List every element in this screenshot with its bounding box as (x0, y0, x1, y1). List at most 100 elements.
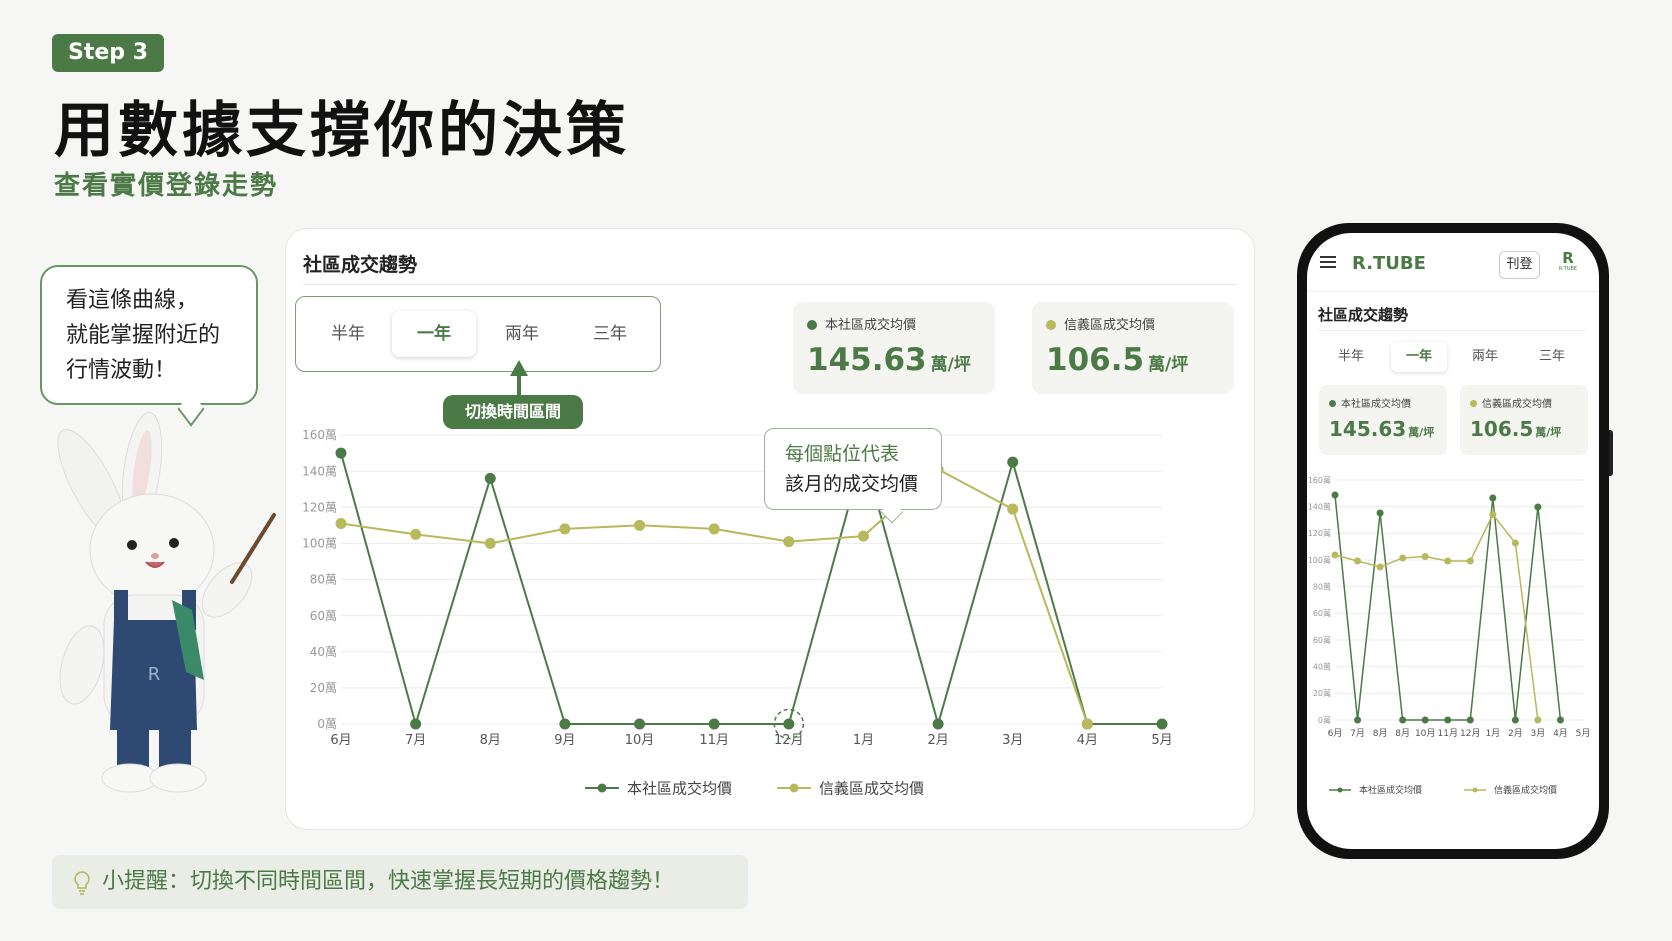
phone-stat-value: 106.5 萬/坪 (1470, 417, 1561, 441)
phone-line-chart: 0萬 20萬 40萬 60萬 60萬 80萬 100萬 120萬 140萬 160萬 6月 7月 8月 8… (1308, 475, 1591, 796)
post-listing-button[interactable]: 刊登 (1499, 251, 1540, 279)
y-tick-label: 140萬 (302, 464, 337, 478)
stat-unit: 萬/坪 (1148, 355, 1189, 375)
phone-stat-number: 106.5 (1470, 417, 1534, 441)
data-point (1466, 557, 1474, 565)
phone-range-half-year[interactable]: 半年 (1323, 342, 1379, 372)
y-tick-label: 160萬 (302, 428, 337, 442)
data-point (634, 718, 646, 730)
x-tick-label: 10月 (1415, 728, 1435, 739)
x-tick-label: 6月 (1328, 728, 1343, 739)
data-point (1331, 491, 1339, 499)
stat-number: 106.5 (1046, 342, 1145, 378)
x-tick-label: 2月 (927, 733, 948, 748)
legend-dot-icon (1329, 400, 1336, 407)
x-tick-label: 11月 (1438, 728, 1458, 739)
data-point (932, 718, 944, 730)
data-point (1354, 716, 1362, 724)
menu-icon[interactable] (1320, 255, 1336, 269)
stat-label: 信義區成交均價 (1046, 314, 1155, 333)
page-subtitle: 查看實價登錄走勢 (54, 171, 279, 201)
range-tip-stem (517, 375, 521, 395)
phone-stat-number: 145.63 (1329, 417, 1407, 441)
x-tick-label: 7月 (405, 733, 426, 748)
legend-marker (1337, 787, 1343, 793)
x-tick-label: 4月 (1077, 733, 1098, 748)
data-point (484, 472, 496, 484)
stat-unit: 萬/坪 (930, 355, 971, 375)
y-tick-label: 100萬 (1308, 555, 1331, 565)
data-point (335, 447, 347, 459)
y-tick-label: 20萬 (310, 681, 337, 695)
x-tick-label: 1月 (1485, 728, 1500, 739)
legend-dot-icon (807, 319, 817, 330)
x-tick-label: 9月 (554, 733, 575, 748)
range-option-three-years[interactable]: 三年 (568, 311, 652, 357)
speech-line: 看這條曲線， (66, 288, 199, 313)
data-point (1376, 563, 1384, 571)
stat-label: 本社區成交均價 (807, 314, 916, 333)
x-tick-label: 8月 (480, 733, 501, 748)
phone-stat-unit: 萬/坪 (1535, 426, 1562, 439)
phone-stat-value: 145.63 萬/坪 (1329, 417, 1434, 441)
x-tick-label: 3月 (1531, 728, 1546, 739)
phone-card-title: 社區成交趨勢 (1318, 306, 1409, 324)
stat-number: 145.63 (807, 342, 927, 378)
data-point (1421, 716, 1429, 724)
range-option-one-year[interactable]: 一年 (392, 311, 476, 357)
phone-range-two-years[interactable]: 兩年 (1457, 342, 1513, 372)
y-tick-label: 100萬 (302, 537, 337, 551)
phone-stat-label: 本社區成交均價 (1329, 395, 1411, 410)
phone-stat-label: 信義區成交均價 (1470, 395, 1552, 410)
legend-marker (789, 783, 799, 793)
time-range-selector: 半年 一年 兩年 三年 (295, 296, 661, 372)
legend-marker (1472, 787, 1478, 793)
data-point (1511, 539, 1519, 547)
legend-label: 信義區成交均價 (819, 779, 924, 797)
range-option-half-year[interactable]: 半年 (306, 311, 390, 357)
data-point (1421, 553, 1429, 560)
y-tick-label: 120萬 (302, 500, 337, 514)
data-point (1007, 456, 1019, 468)
y-tick-label: 40萬 (1313, 661, 1331, 671)
x-tick-label: 4月 (1553, 728, 1568, 739)
data-point (1534, 503, 1542, 511)
data-point (484, 537, 496, 549)
x-tick-label: 8月 (1373, 728, 1388, 739)
data-point (410, 528, 422, 540)
stat-label-text: 本社區成交均價 (825, 318, 917, 333)
phone-stat-community: 本社區成交均價 145.63 萬/坪 (1319, 385, 1447, 455)
speech-bubble: 看這條曲線， 就能掌握附近的 行情波動！ (40, 265, 258, 405)
y-tick-label: 80萬 (1313, 581, 1331, 591)
phone-range-three-years[interactable]: 三年 (1524, 342, 1580, 372)
data-point (1081, 718, 1093, 730)
legend-marker (597, 783, 607, 793)
y-tick-label: 60萬 (1313, 608, 1331, 618)
legend-dot-icon (1470, 400, 1477, 407)
y-tick-label: 40萬 (310, 645, 337, 659)
data-point (1156, 718, 1168, 730)
phone-range-one-year[interactable]: 一年 (1391, 342, 1447, 372)
hint-bar: 小提醒：切換不同時間區間，快速掌握長短期的價格趨勢！ (52, 855, 748, 909)
divider (1307, 291, 1599, 292)
data-point (1556, 716, 1564, 724)
data-point (783, 718, 795, 730)
data-point (1354, 557, 1362, 565)
legend-label: 本社區成交均價 (1359, 784, 1422, 796)
phone-stat-unit: 萬/坪 (1408, 426, 1435, 439)
legend-label: 信義區成交均價 (1494, 784, 1557, 796)
x-tick-label: 11月 (699, 733, 729, 748)
x-tick-label: 2月 (1508, 728, 1523, 739)
stat-label-text: 信義區成交均價 (1064, 318, 1156, 333)
y-tick-label: 0萬 (317, 717, 337, 731)
data-point (783, 536, 795, 548)
data-point (708, 718, 720, 730)
logo-letter: R (1562, 249, 1574, 267)
app-logo: R R.TUBE (1555, 250, 1581, 276)
point-tooltip: 每個點位代表 該月的成交均價 (764, 428, 942, 510)
point-tip-line: 每個點位代表 (785, 443, 900, 465)
speech-line: 行情波動！ (66, 358, 177, 383)
logo-text: R.TUBE (1558, 266, 1578, 272)
data-point (857, 530, 869, 542)
range-option-two-years[interactable]: 兩年 (480, 311, 564, 357)
